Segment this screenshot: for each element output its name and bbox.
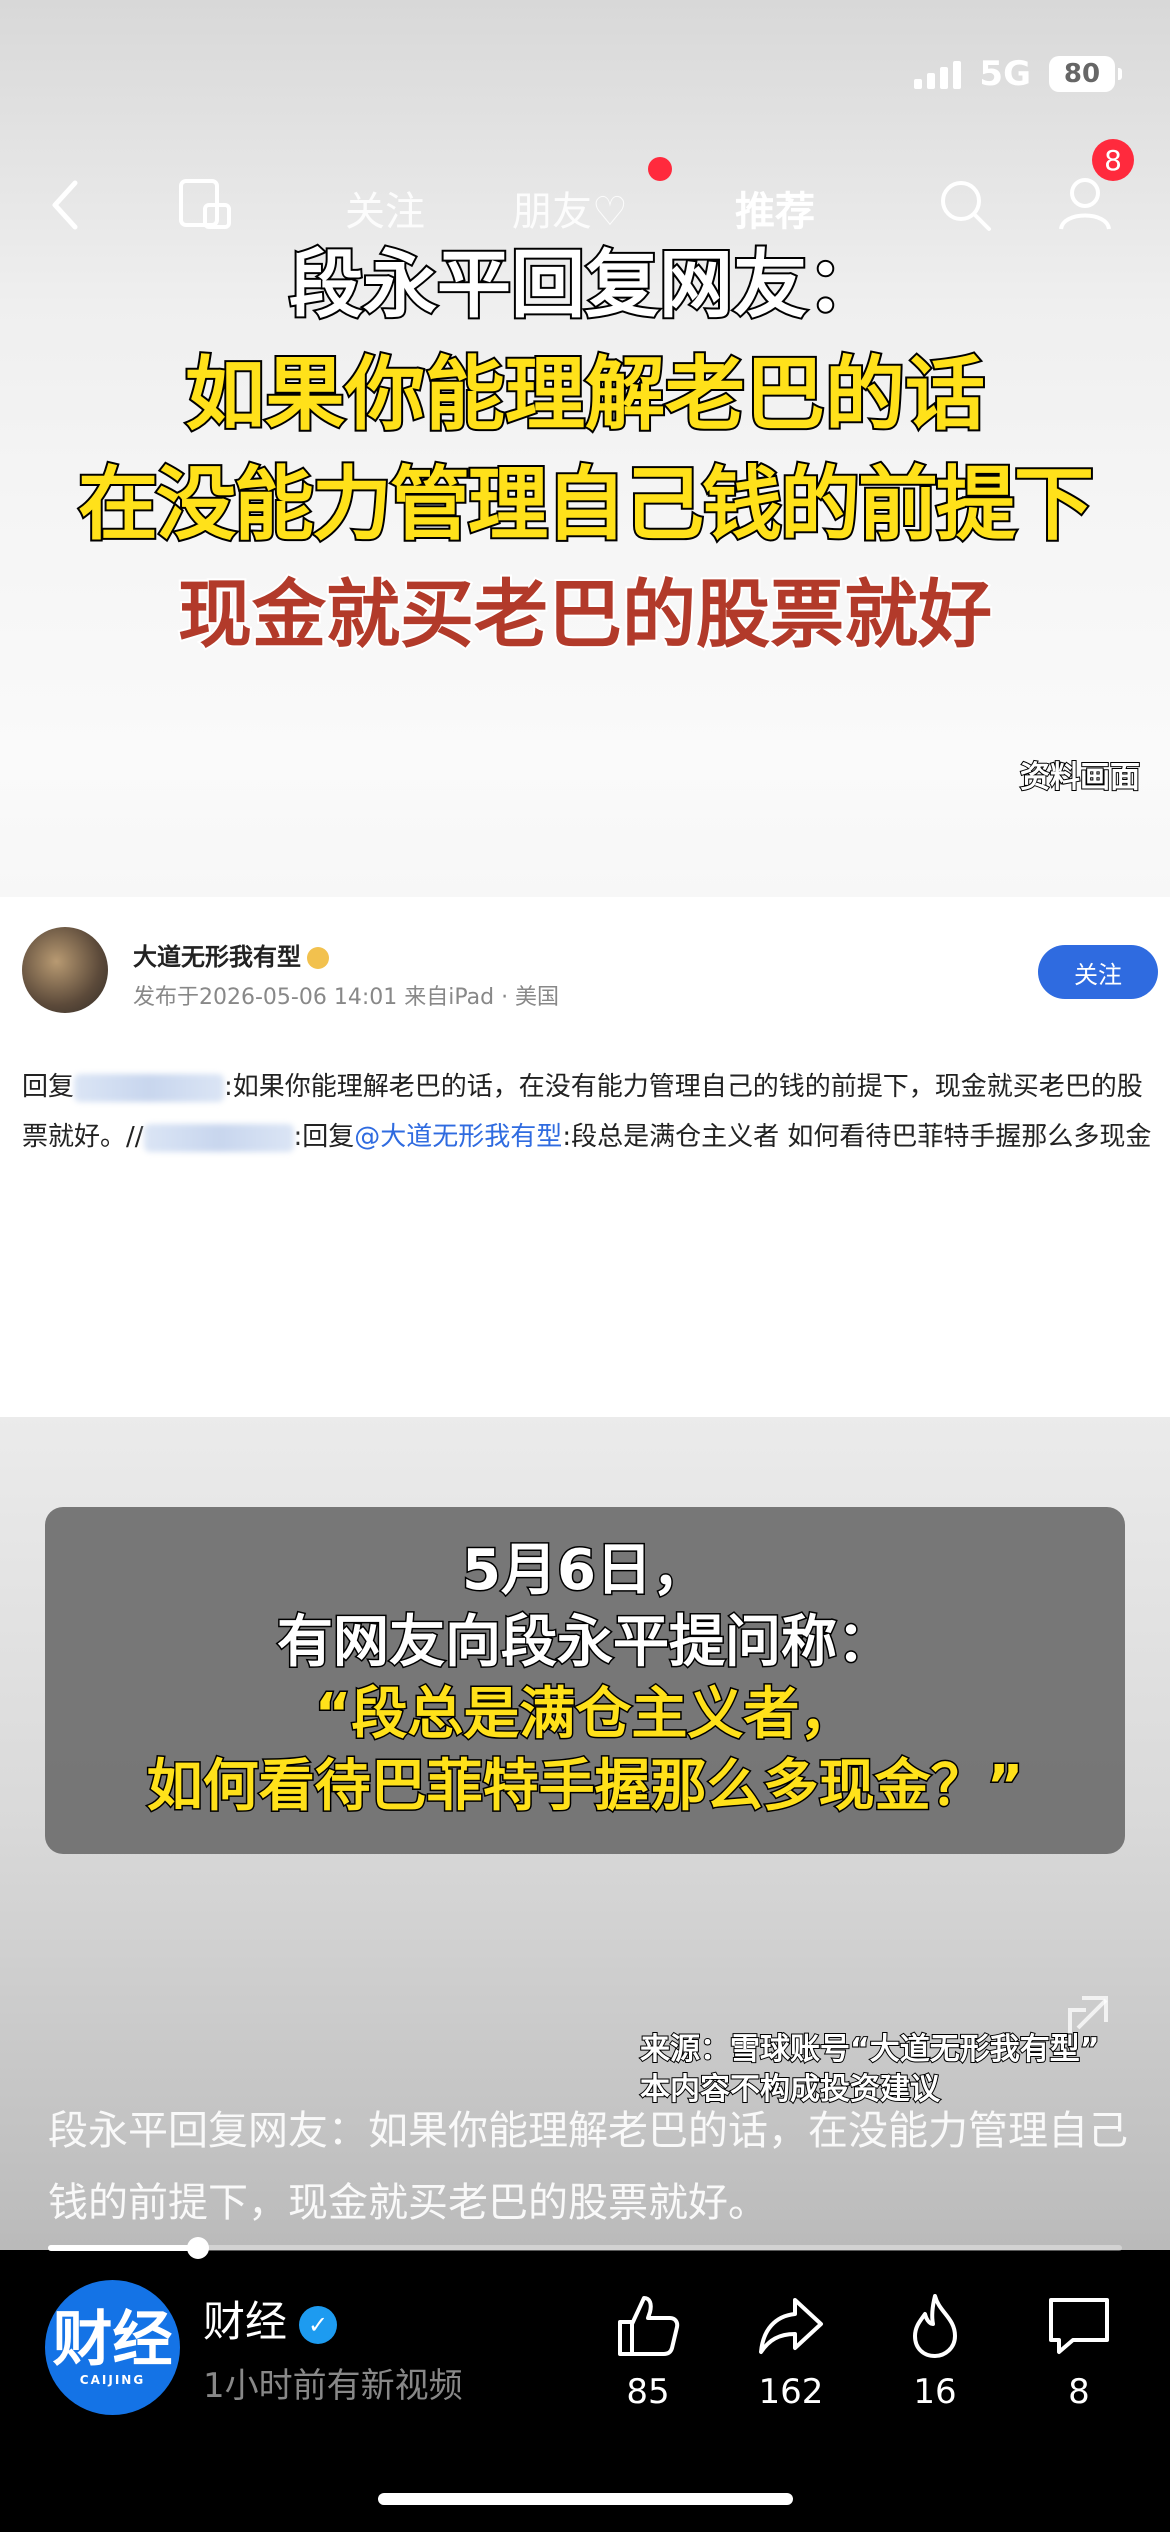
tab-recommend[interactable]: 推荐 bbox=[735, 179, 815, 237]
headline-line-4: 现金就买老巴的股票就好 bbox=[176, 570, 994, 660]
tab-friends-label: 朋友 bbox=[512, 189, 592, 235]
video-progress-fill bbox=[48, 2245, 199, 2251]
channel-logo-text: 财经 bbox=[52, 2304, 173, 2375]
tab-friends[interactable]: 朋友♡ bbox=[512, 179, 628, 237]
author-badge-icon bbox=[307, 947, 329, 969]
post-mention: @大道无形我有型 bbox=[354, 1122, 563, 1152]
comment-button[interactable]: 8 bbox=[1034, 2290, 1124, 2412]
archive-footage-tag: 资料画面 bbox=[1019, 759, 1141, 796]
signal-icon bbox=[914, 59, 962, 89]
source-note-line-1: 来源：雪球账号“大道无形我有型” bbox=[639, 2031, 1100, 2068]
search-icon[interactable] bbox=[935, 175, 995, 235]
thumbs-up-icon bbox=[618, 2296, 680, 2356]
headline-line-2: 如果你能理解老巴的话 bbox=[183, 346, 987, 443]
share-button[interactable]: 162 bbox=[746, 2290, 836, 2412]
video-progress-bar[interactable] bbox=[48, 2237, 1122, 2259]
post-follow-button[interactable]: 关注 bbox=[1038, 945, 1158, 999]
status-bar: 5G 80 bbox=[914, 52, 1122, 96]
tab-follow[interactable]: 关注 bbox=[345, 179, 425, 237]
channel-name-text: 财经 bbox=[203, 2297, 288, 2346]
bottom-bar: 财经 CAIJING 财经 ✓ 1小时前有新视频 85 162 16 8 bbox=[0, 2250, 1170, 2532]
friends-unread-dot bbox=[648, 157, 672, 181]
channel-logo-sub: CAIJING bbox=[79, 2372, 146, 2387]
post-card: 大道无形我有型 发布于2026-05-06 14:01 来自iPad · 美国 … bbox=[0, 897, 1170, 1417]
post-text-part-1: 回复 bbox=[22, 1072, 75, 1102]
video-headline: 段永平回复网友： 如果你能理解老巴的话 在没能力管理自己钱的前提下 现金就买老巴… bbox=[0, 230, 1170, 670]
battery-level: 80 bbox=[1063, 59, 1101, 89]
caption-line-4: 如何看待巴菲特手握那么多现金？” bbox=[145, 1753, 1025, 1821]
heart-icon: ♡ bbox=[592, 189, 628, 235]
hot-button[interactable]: 16 bbox=[890, 2290, 980, 2412]
post-text-part-4: :段总是满仓主义者 如何看待巴菲特手握那么多现金 bbox=[562, 1122, 1152, 1152]
like-button[interactable]: 85 bbox=[603, 2290, 693, 2412]
blurred-username bbox=[143, 1123, 294, 1152]
network-type: 5G bbox=[979, 54, 1031, 94]
caption-line-1: 5月6日， bbox=[461, 1537, 710, 1605]
channel-avatar[interactable]: 财经 CAIJING bbox=[45, 2280, 180, 2415]
caption-line-2: 有网友向段永平提问称： bbox=[276, 1609, 895, 1677]
back-icon[interactable] bbox=[45, 175, 85, 235]
battery-icon: 80 bbox=[1049, 56, 1122, 92]
flame-icon bbox=[913, 2294, 957, 2358]
post-author-name: 大道无形我有型 bbox=[133, 943, 301, 971]
post-text-part-3: :回复 bbox=[293, 1122, 355, 1152]
post-meta: 发布于2026-05-06 14:01 来自iPad · 美国 bbox=[133, 985, 560, 1010]
video-screen[interactable]: 5G 80 关注 朋友♡ 推荐 8 段永平回复网友： 如果你能理解老巴的话 在没… bbox=[0, 0, 1170, 2532]
hot-count: 16 bbox=[913, 2372, 957, 2412]
comment-count: 8 bbox=[1068, 2372, 1090, 2412]
headline-line-3: 在没能力管理自己钱的前提下 bbox=[76, 456, 1096, 553]
share-arrow-icon bbox=[759, 2298, 823, 2354]
cast-icon[interactable] bbox=[175, 175, 235, 235]
post-text: 回复:如果你能理解老巴的话，在没有能力管理自己的钱的前提下，现金就买老巴的股票就… bbox=[22, 1062, 1162, 1162]
blurred-username bbox=[74, 1073, 225, 1102]
like-count: 85 bbox=[626, 2372, 670, 2412]
share-count: 162 bbox=[758, 2372, 824, 2412]
caption-box: 5月6日， 有网友向段永平提问称： “段总是满仓主义者， 如何看待巴菲特手握那么… bbox=[45, 1507, 1125, 1854]
comment-icon bbox=[1049, 2298, 1109, 2354]
post-author: 大道无形我有型 bbox=[133, 937, 329, 972]
channel-subtitle: 1小时前有新视频 bbox=[203, 2366, 463, 2406]
user-icon[interactable] bbox=[1055, 173, 1115, 233]
avatar bbox=[22, 927, 108, 1013]
home-indicator[interactable] bbox=[378, 2493, 793, 2505]
verified-icon: ✓ bbox=[299, 2305, 338, 2344]
video-description[interactable]: 段永平回复网友：如果你能理解老巴的话，在没能力管理自己钱的前提下，现金就买老巴的… bbox=[48, 2095, 1128, 2239]
notification-badge: 8 bbox=[1092, 139, 1134, 181]
caption-line-3: “段总是满仓主义者， bbox=[313, 1681, 857, 1749]
headline-line-1: 段永平回复网友： bbox=[287, 240, 883, 330]
channel-name[interactable]: 财经 ✓ bbox=[203, 2288, 338, 2349]
